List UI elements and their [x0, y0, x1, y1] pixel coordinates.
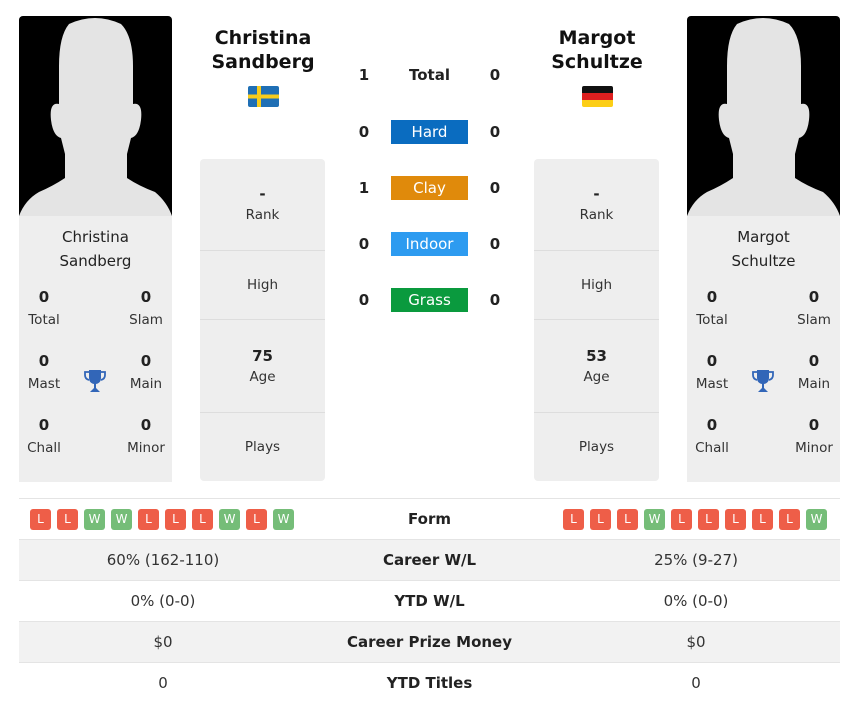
age-row: 53 Age — [534, 320, 659, 413]
form-badge-loss[interactable]: L — [725, 509, 746, 530]
titles-mast: 0 Mast — [695, 352, 729, 392]
player2-form: LLLWLLLLLW — [563, 509, 827, 530]
rank-row: - Rank — [200, 159, 325, 251]
form-badge-win[interactable]: W — [111, 509, 132, 530]
form-badge-loss[interactable]: L — [563, 509, 584, 530]
high-row: High — [534, 251, 659, 320]
ytd-titles-row: 0 YTD Titles 0 — [19, 662, 840, 703]
form-badge-loss[interactable]: L — [246, 509, 267, 530]
titles-chall: 0 Chall — [695, 416, 729, 456]
form-badge-win[interactable]: W — [273, 509, 294, 530]
form-badge-loss[interactable]: L — [698, 509, 719, 530]
career-prize-row: $0 Career Prize Money $0 — [19, 621, 840, 662]
player2-card-name: Margot Schultze — [731, 228, 796, 270]
form-badge-loss[interactable]: L — [617, 509, 638, 530]
high-row: High — [200, 251, 325, 320]
player1-info: - Rank High 75 Age Plays — [200, 159, 325, 481]
titles-main: 0 Main — [129, 352, 163, 392]
form-row: LLWWLLLWLW Form LLLWLLLLLW — [19, 498, 840, 539]
form-badge-win[interactable]: W — [219, 509, 240, 530]
surface-clay-badge: Clay — [391, 176, 468, 200]
form-badge-win[interactable]: W — [644, 509, 665, 530]
form-badge-win[interactable]: W — [84, 509, 105, 530]
career-wl-row: 60% (162-110) Career W/L 25% (9-27) — [19, 539, 840, 580]
plays-row: Plays — [244, 439, 281, 455]
titles-minor: 0 Minor — [795, 416, 833, 456]
form-badge-loss[interactable]: L — [165, 509, 186, 530]
form-badge-loss[interactable]: L — [57, 509, 78, 530]
comparison-table: LLWWLLLWLW Form LLLWLLLLLW 60% (162-110)… — [19, 498, 840, 703]
surface-grass-badge: Grass — [391, 288, 468, 312]
surface-total-label: Total — [409, 66, 450, 84]
player2-info: - Rank High 53 Age Plays — [534, 159, 659, 481]
player1-card-name: Christina Sandberg — [59, 228, 132, 270]
silhouette-icon — [687, 18, 840, 216]
form-badge-loss[interactable]: L — [192, 509, 213, 530]
rank-row: - Rank — [534, 159, 659, 251]
silhouette-icon — [19, 18, 172, 216]
h2h-grass-row: 0 Grass 0 — [340, 288, 520, 312]
surface-hard-badge: Hard — [391, 120, 468, 144]
player2-titles: 0 Total 0 Slam 0 Mast 0 Main 0 Chall 0 Minor — [687, 287, 840, 482]
titles-total: 0 Total — [28, 288, 60, 328]
h2h-hard-row: 0 Hard 0 — [340, 120, 520, 144]
player1-form: LLWWLLLWLW — [30, 509, 294, 530]
titles-minor: 0 Minor — [127, 416, 165, 456]
player2-name[interactable]: Margot Schultze — [522, 26, 672, 74]
form-badge-loss[interactable]: L — [590, 509, 611, 530]
player2-header: Margot Schultze — [522, 26, 672, 107]
h2h-clay-row: 1 Clay 0 — [340, 176, 520, 200]
player1-header: Christina Sandberg — [188, 26, 338, 107]
trophy-icon — [752, 370, 774, 392]
player2-photo — [687, 16, 840, 216]
titles-slam: 0 Slam — [129, 288, 163, 328]
player2-card: Margot Schultze 0 Total 0 Slam 0 Mast 0 Main… — [687, 16, 840, 482]
player1-photo — [19, 16, 172, 216]
titles-main: 0 Main — [797, 352, 831, 392]
form-badge-loss[interactable]: L — [671, 509, 692, 530]
h2h-indoor-row: 0 Indoor 0 — [340, 232, 520, 256]
player1-name[interactable]: Christina Sandberg — [188, 26, 338, 74]
form-badge-loss[interactable]: L — [30, 509, 51, 530]
form-badge-win[interactable]: W — [806, 509, 827, 530]
player1-card: Christina Sandberg 0 Total 0 Slam 0 Mast 0M… — [19, 16, 172, 482]
form-badge-loss[interactable]: L — [779, 509, 800, 530]
form-badge-loss[interactable]: L — [138, 509, 159, 530]
plays-row: Plays — [578, 439, 615, 455]
titles-total: 0 Total — [696, 288, 728, 328]
germany-flag-icon — [581, 86, 613, 107]
age-row: 75 Age — [200, 320, 325, 413]
form-badge-loss[interactable]: L — [752, 509, 773, 530]
player1-titles: 0 Total 0 Slam 0 Mast 0 Main 0 Chall 0 Minor — [19, 287, 172, 482]
surface-indoor-badge: Indoor — [391, 232, 468, 256]
sweden-flag-icon — [247, 86, 279, 107]
ytd-wl-row: 0% (0-0) YTD W/L 0% (0-0) — [19, 580, 840, 621]
titles-chall: 0 Chall — [27, 416, 61, 456]
titles-slam: 0 Slam — [797, 288, 831, 328]
trophy-icon — [84, 370, 106, 392]
h2h-total-row: 1 Total 0 — [340, 63, 520, 87]
titles-mast: 0 Mast — [27, 352, 61, 392]
